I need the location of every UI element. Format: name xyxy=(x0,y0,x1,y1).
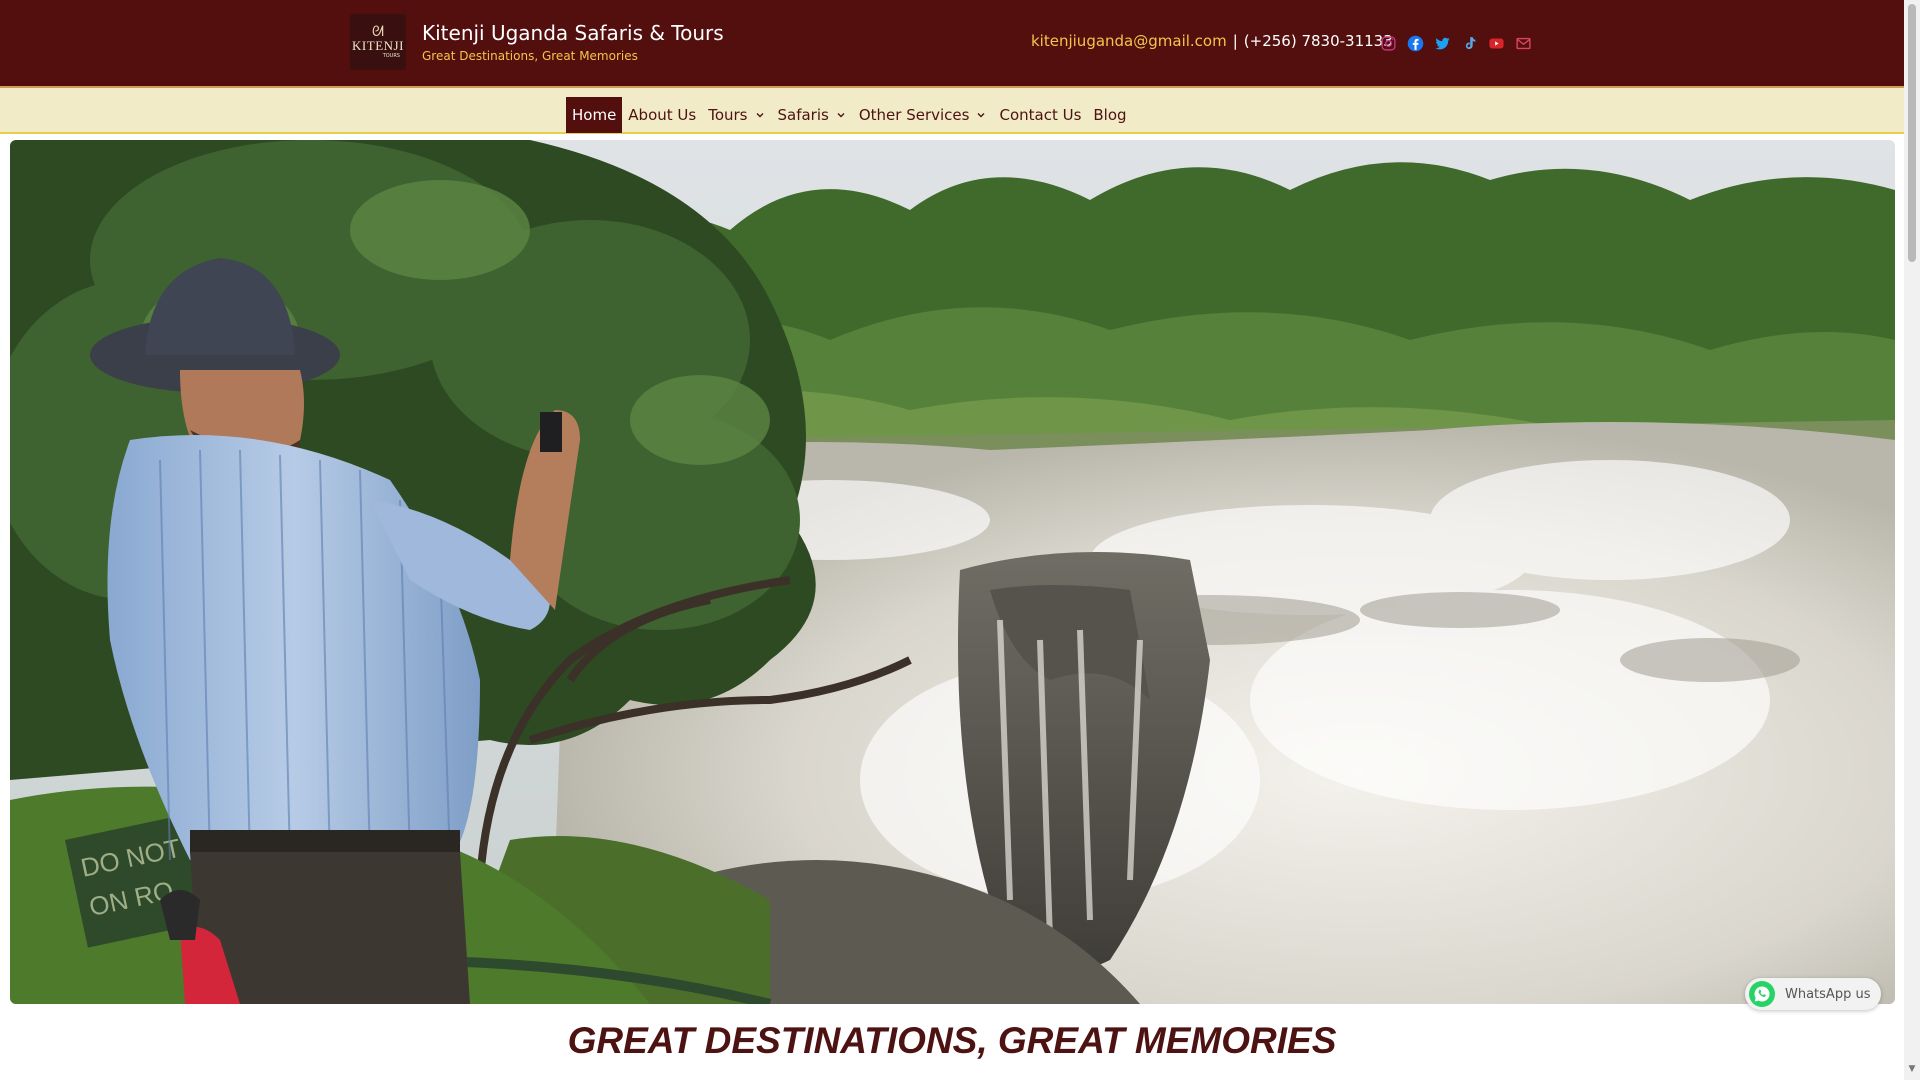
email-icon[interactable] xyxy=(1514,34,1533,53)
brand[interactable]: ᘛ KITENJI TOURS Kitenji Uganda Safaris &… xyxy=(350,14,724,70)
hero-image: DO NOT LE ON RO xyxy=(10,140,1895,1004)
main-navigation: Home About Us Tours Safaris Other Servic… xyxy=(0,88,1904,134)
nav-item-tours[interactable]: Tours xyxy=(702,97,771,133)
social-links xyxy=(1379,34,1533,53)
logo-text: KITENJI xyxy=(352,38,404,53)
brand-text: Kitenji Uganda Safaris & Tours Great Des… xyxy=(422,20,724,64)
nav-item-label: Tours xyxy=(708,106,748,124)
chevron-down-icon[interactable] xyxy=(754,109,766,121)
site-logo[interactable]: ᘛ KITENJI TOURS xyxy=(350,14,406,70)
logo-mark-icon: ᘛ xyxy=(372,24,384,40)
page-scrollbar[interactable]: ▼ xyxy=(1904,0,1920,1080)
nav-item-home[interactable]: Home xyxy=(566,97,623,133)
nav-item-about-us[interactable]: About Us xyxy=(622,97,702,133)
chevron-down-icon[interactable] xyxy=(975,109,987,121)
nav-item-other-services[interactable]: Other Services xyxy=(853,97,994,133)
chevron-down-icon[interactable] xyxy=(835,109,847,121)
whatsapp-button[interactable]: WhatsApp us xyxy=(1745,978,1881,1010)
tiktok-icon[interactable] xyxy=(1460,34,1479,53)
scroll-down-arrow-icon[interactable]: ▼ xyxy=(1908,1064,1916,1074)
waterfall-photo: DO NOT LE ON RO xyxy=(10,140,1895,1004)
instagram-icon[interactable] xyxy=(1379,34,1398,53)
contact-separator: | xyxy=(1232,32,1238,50)
nav-item-label: About Us xyxy=(628,106,697,124)
whatsapp-label: WhatsApp us xyxy=(1785,986,1871,1002)
whatsapp-icon xyxy=(1749,981,1775,1007)
twitter-icon[interactable] xyxy=(1433,34,1452,53)
site-title[interactable]: Kitenji Uganda Safaris & Tours xyxy=(422,20,724,46)
scrollbar-thumb[interactable] xyxy=(1908,4,1916,262)
contact-phone[interactable]: (+256) 7830-31133 xyxy=(1244,32,1393,50)
site-tagline: Great Destinations, Great Memories xyxy=(422,49,638,63)
nav-item-blog[interactable]: Blog xyxy=(1087,97,1132,133)
nav-item-label: Blog xyxy=(1093,106,1127,124)
logo-subtext: TOURS xyxy=(382,53,400,59)
nav-item-safaris[interactable]: Safaris xyxy=(772,97,853,133)
nav-item-label: Home xyxy=(572,106,617,124)
youtube-icon[interactable] xyxy=(1487,34,1506,53)
page-heading: GREAT DESTINATIONS, GREAT MEMORIES xyxy=(567,1020,1337,1061)
nav-item-label: Safaris xyxy=(777,106,829,124)
nav-item-label: Contact Us xyxy=(999,106,1082,124)
nav-item-label: Other Services xyxy=(858,106,970,124)
nav-menu: Home About Us Tours Safaris Other Servic… xyxy=(566,97,1133,133)
top-header: ᘛ KITENJI TOURS Kitenji Uganda Safaris &… xyxy=(0,0,1904,88)
contact-info: kitenjiuganda@gmail.com | (+256) 7830-31… xyxy=(1031,32,1393,50)
nav-item-contact-us[interactable]: Contact Us xyxy=(993,97,1087,133)
contact-email-link[interactable]: kitenjiuganda@gmail.com xyxy=(1031,32,1227,50)
facebook-icon[interactable] xyxy=(1406,34,1425,53)
